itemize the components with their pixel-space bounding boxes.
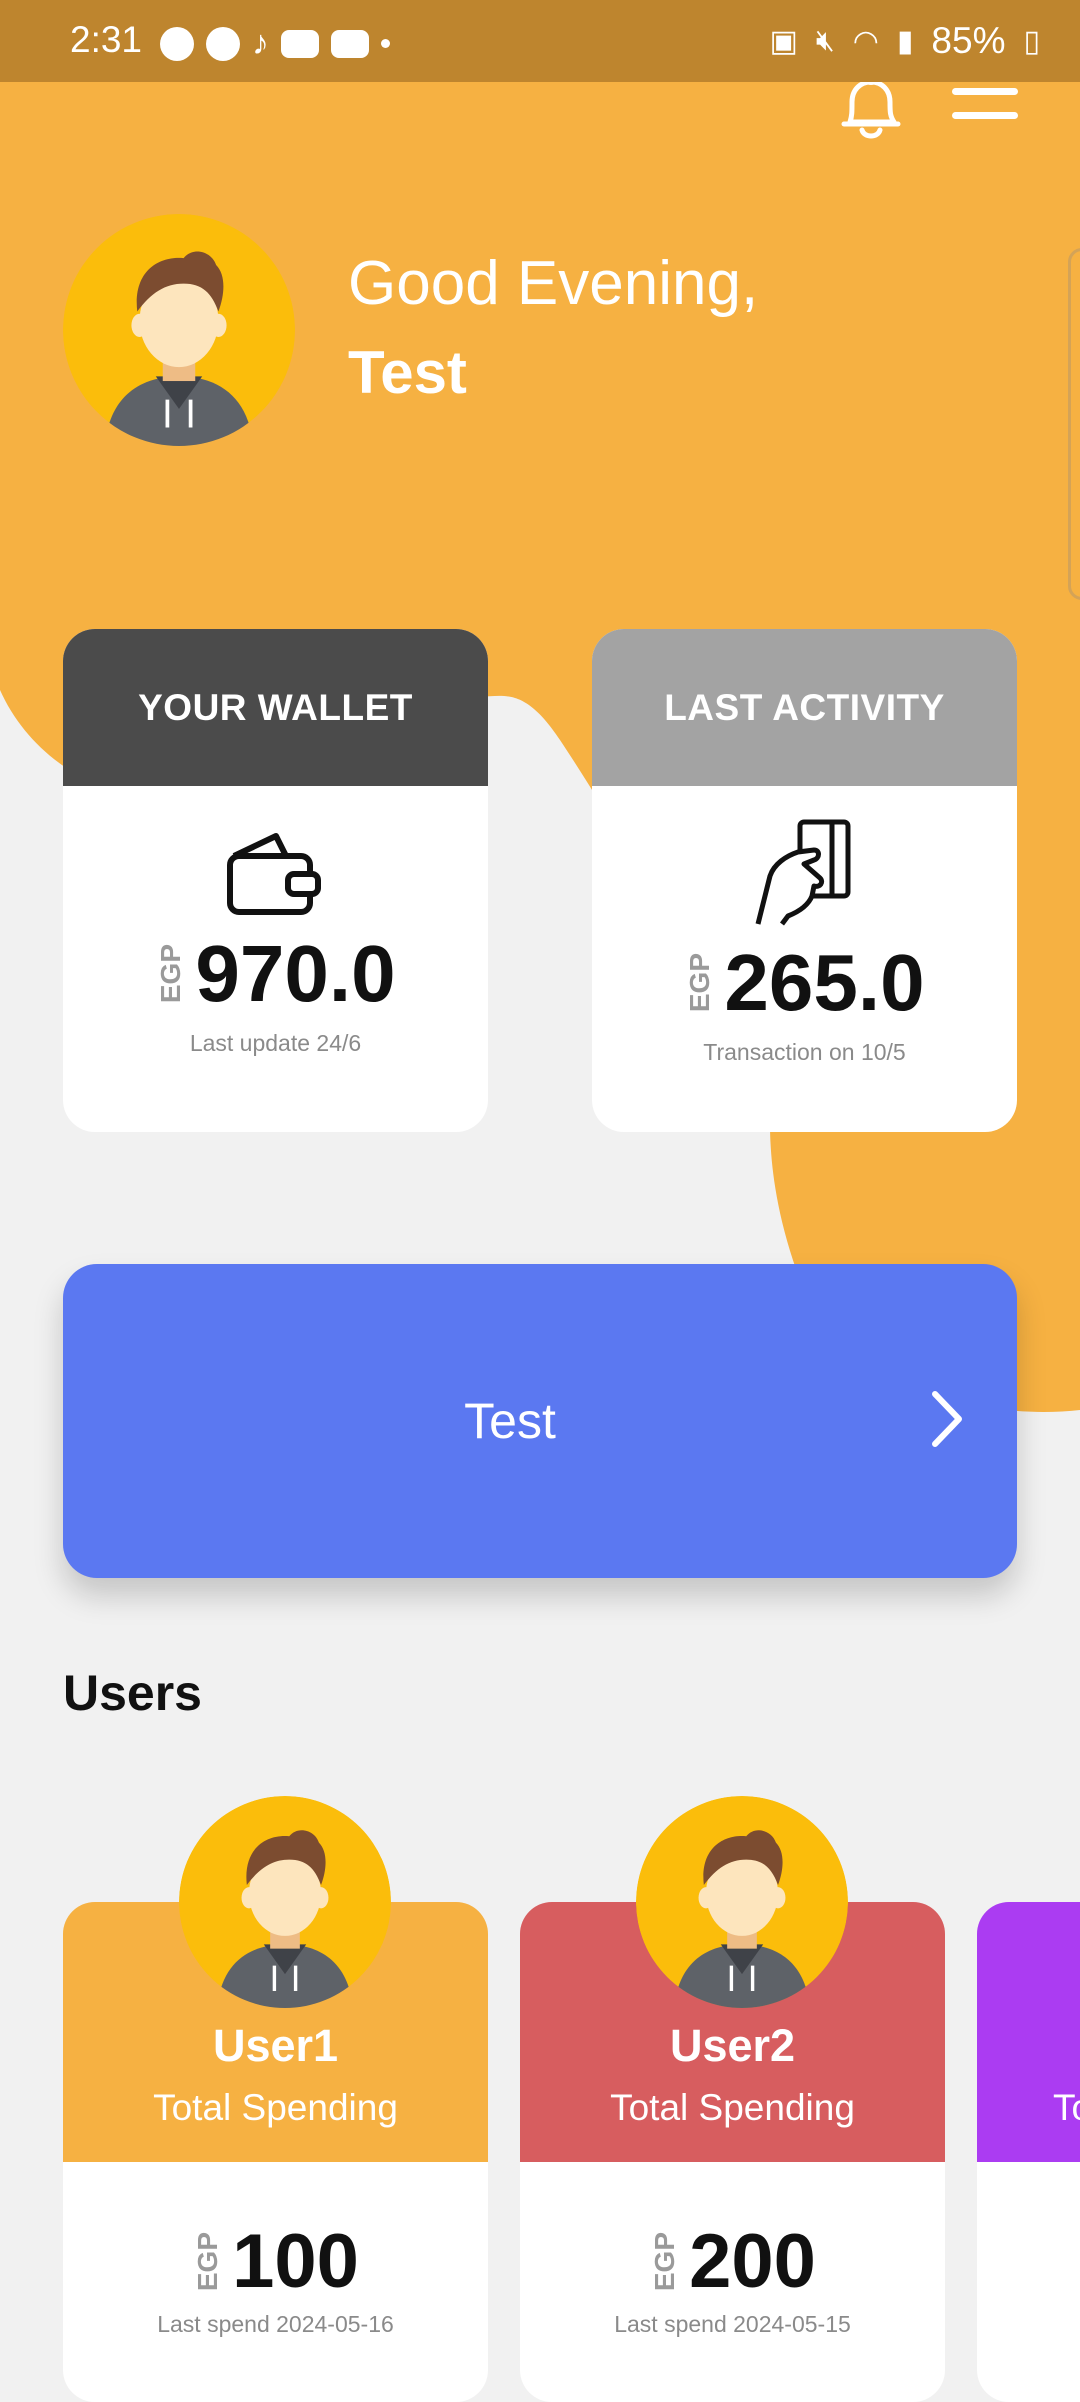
user-card-body: EGP 200 Last spend 2024-05-15 <box>520 2162 945 2402</box>
wallet-amount-row: EGP 970.0 <box>63 928 488 1020</box>
test-action-button[interactable]: Test <box>63 1264 1017 1578</box>
system-icons: ▣ 🔇︎ ◠ ▮ 85% ▯ <box>769 20 1040 62</box>
user-card-name: User1 <box>212 2020 339 2071</box>
wallet-amount: 970.0 <box>195 929 396 1018</box>
chevron-right-icon <box>932 1391 962 1447</box>
user-avatar <box>179 1796 391 2008</box>
person-avatar-icon <box>179 1796 391 2008</box>
user-last-spend: Last spend 2024-05-16 <box>157 2311 394 2337</box>
users-section-title: Users <box>63 1665 202 1721</box>
user-amount-row: EGP 100 <box>63 2162 488 2305</box>
user-name: Test <box>348 339 467 406</box>
card-payment-icon <box>755 819 850 926</box>
profile-avatar[interactable] <box>63 214 295 446</box>
person-avatar-icon <box>636 1796 848 2008</box>
user-card-label: To <box>1053 2087 1080 2128</box>
user-avatar <box>636 1796 848 2008</box>
user-spending-amount: 200 <box>689 2219 816 2304</box>
user-currency: EGP <box>192 2231 224 2292</box>
activity-amount: 265.0 <box>724 938 925 1027</box>
user-card-name: User2 <box>669 2020 796 2071</box>
user-card-body <box>977 2162 1080 2402</box>
battery-level: 85% <box>931 20 1006 61</box>
youtube-icon <box>281 29 319 58</box>
youtube-icon <box>331 29 369 58</box>
user-card-body: EGP 100 Last spend 2024-05-16 <box>63 2162 488 2402</box>
messenger-icon <box>206 26 240 61</box>
activity-amount-row: EGP 265.0 <box>592 937 1017 1029</box>
mute-icon: 🔇︎ <box>815 24 835 57</box>
wallet-currency: EGP <box>155 944 187 1004</box>
wallet-card-header: YOUR WALLET <box>63 629 488 786</box>
wallet-card-title: YOUR WALLET <box>138 686 413 728</box>
action-button-label: Test <box>464 1393 556 1449</box>
wifi-icon: ◠ <box>852 24 879 58</box>
user-spending-amount: 100 <box>232 2219 359 2304</box>
notification-bell-icon[interactable] <box>838 72 904 142</box>
signal-icon: ▮ <box>896 24 914 58</box>
user-card-label: Total Spending <box>610 2087 855 2128</box>
user-card-label: Total Spending <box>153 2087 398 2128</box>
activity-transaction-date: Transaction on 10/5 <box>703 1039 906 1065</box>
person-avatar-icon <box>63 214 295 446</box>
activity-card-header: LAST ACTIVITY <box>592 629 1017 786</box>
messenger-icon <box>160 26 194 61</box>
wallet-last-update: Last update 24/6 <box>189 1030 362 1056</box>
greeting-text: Good Evening, <box>348 249 759 318</box>
status-time: 2:31 <box>70 19 143 60</box>
menu-icon[interactable] <box>950 88 1020 122</box>
user-amount-row: EGP 200 <box>520 2162 945 2305</box>
last-activity-card[interactable]: LAST ACTIVITY EGP 265.0 Transaction on 1… <box>592 629 1017 1132</box>
notification-icons: ♪ <box>160 24 390 63</box>
wallet-card[interactable]: YOUR WALLET EGP 970.0 Last update 24/6 <box>63 629 488 1132</box>
tiktok-icon: ♪ <box>252 24 269 62</box>
side-drawer-handle[interactable] <box>1068 248 1080 600</box>
more-notifications-icon <box>381 39 390 48</box>
user-currency: EGP <box>649 2231 681 2292</box>
wallet-icon <box>226 833 321 915</box>
activity-currency: EGP <box>684 953 716 1013</box>
battery-saver-icon: ▣ <box>769 24 798 58</box>
user-card-header: To <box>977 1902 1080 2162</box>
activity-card-title: LAST ACTIVITY <box>664 686 945 728</box>
status-bar: 2:31 ♪ ▣ 🔇︎ ◠ ▮ 85% ▯ <box>0 0 1080 82</box>
user-card[interactable]: To <box>977 1902 1080 2402</box>
battery-charging-icon: ▯ <box>1023 24 1040 58</box>
user-last-spend: Last spend 2024-05-15 <box>614 2311 851 2337</box>
